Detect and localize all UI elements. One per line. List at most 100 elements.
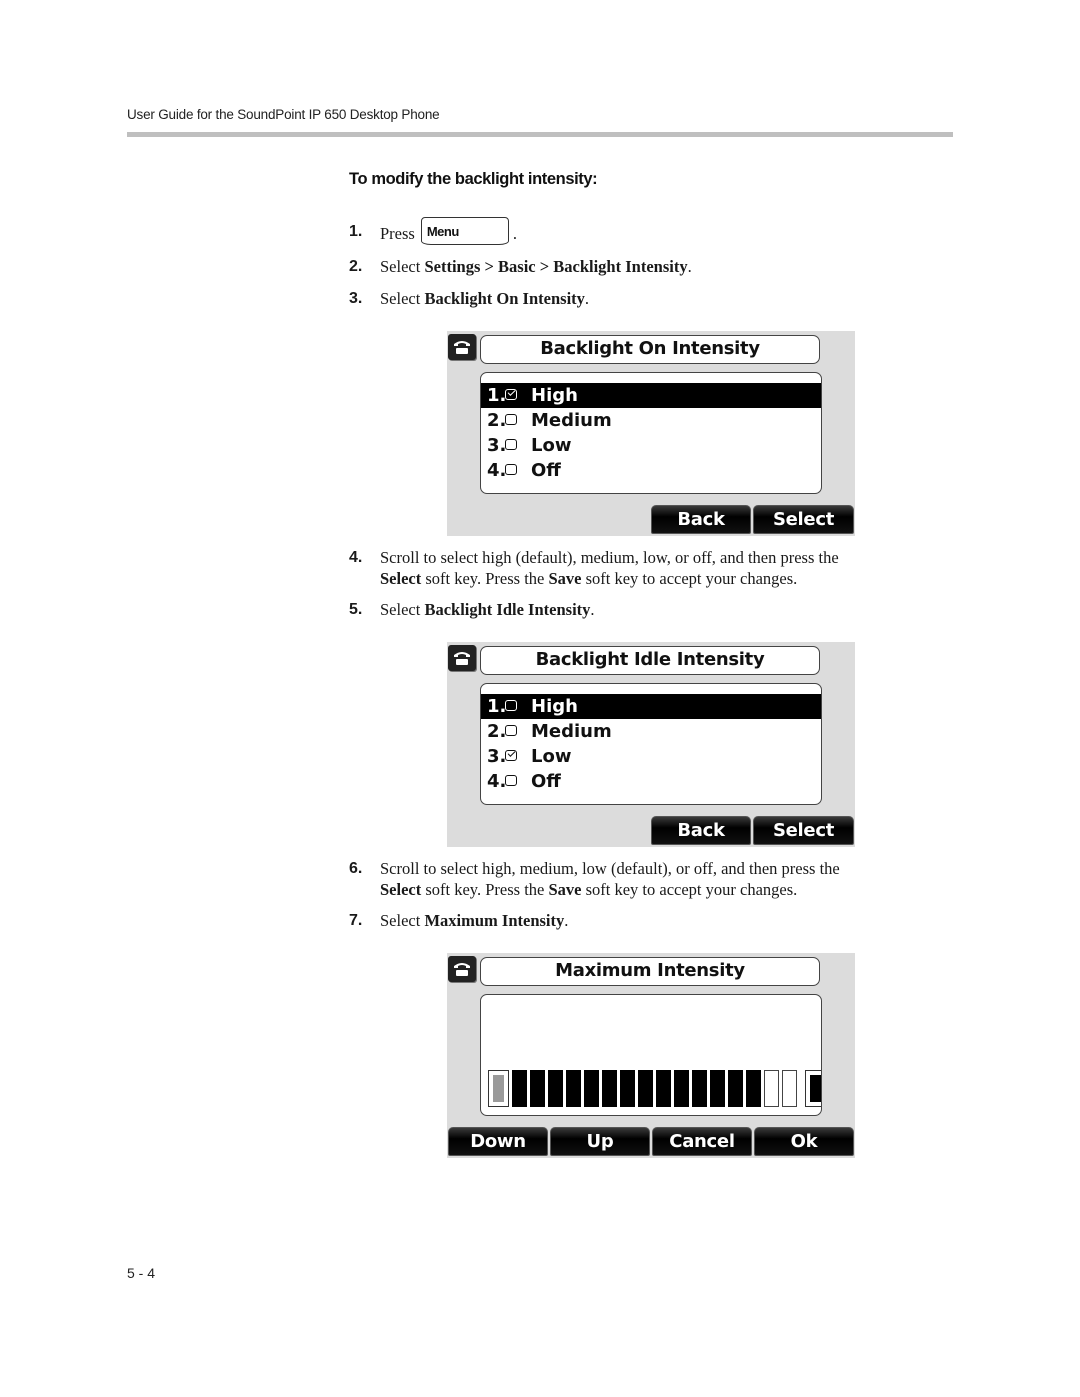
option-off[interactable]: 4. Off bbox=[481, 769, 821, 794]
option-label: Off bbox=[531, 771, 561, 792]
intensity-segment-filled bbox=[728, 1070, 743, 1107]
intensity-segment-filled bbox=[638, 1070, 653, 1107]
running-header: User Guide for the SoundPoint IP 650 Des… bbox=[127, 107, 440, 122]
intensity-segment-filled bbox=[620, 1070, 635, 1107]
step-1: 1. Press Menu. bbox=[349, 217, 939, 249]
phone-handset-icon bbox=[448, 956, 476, 982]
softkey-back[interactable]: Back bbox=[651, 505, 751, 534]
checkbox-checked-icon bbox=[505, 750, 517, 761]
step-text: Scroll to select high (default), medium,… bbox=[380, 548, 839, 567]
option-high[interactable]: 1. High bbox=[481, 694, 821, 719]
intensity-segment-empty bbox=[764, 1070, 779, 1107]
option-index: 1. bbox=[487, 696, 507, 717]
step-text-end: . bbox=[590, 600, 595, 619]
option-index: 2. bbox=[487, 410, 507, 431]
option-medium[interactable]: 2. Medium bbox=[481, 408, 821, 433]
checkbox-empty-icon bbox=[505, 775, 517, 786]
step-2: 2. Select Settings > Basic > Backlight I… bbox=[349, 256, 939, 277]
softkey-name: Save bbox=[548, 569, 582, 588]
option-label: High bbox=[531, 696, 578, 717]
step-7: 7. Select Maximum Intensity. bbox=[349, 910, 939, 931]
option-index: 1. bbox=[487, 385, 507, 406]
option-label: Off bbox=[531, 460, 561, 481]
option-off[interactable]: 4. Off bbox=[481, 458, 821, 483]
intensity-slider[interactable] bbox=[488, 1070, 821, 1107]
step-number: 7. bbox=[349, 912, 363, 929]
screen-title: Backlight On Intensity bbox=[480, 335, 820, 364]
softkey-back[interactable]: Back bbox=[651, 816, 751, 845]
intensity-segment-filled bbox=[674, 1070, 689, 1107]
intensity-segment-filled bbox=[584, 1070, 599, 1107]
softkey-up[interactable]: Up bbox=[550, 1127, 650, 1156]
step-text: soft key. Press the bbox=[421, 569, 549, 588]
step-number: 3. bbox=[349, 290, 363, 307]
option-label: Low bbox=[531, 435, 572, 456]
option-index: 3. bbox=[487, 435, 507, 456]
step-text: Select bbox=[380, 911, 425, 930]
screen-title: Maximum Intensity bbox=[480, 957, 820, 986]
intensity-min-icon bbox=[488, 1070, 509, 1107]
phone-screen-backlight-idle: Backlight Idle Intensity 1. High 2. Medi… bbox=[447, 642, 855, 847]
step-text-end: soft key to accept your changes. bbox=[581, 880, 798, 899]
option-low[interactable]: 3. Low bbox=[481, 744, 821, 769]
intensity-max-icon bbox=[805, 1070, 821, 1107]
step-text: soft key. Press the bbox=[421, 880, 549, 899]
phone-screen-maximum-intensity: Maximum Intensity Down Up Cancel Ok bbox=[447, 953, 855, 1158]
softkey-name: Select bbox=[380, 880, 422, 899]
screen-title: Backlight Idle Intensity bbox=[480, 646, 820, 675]
step-text: Press bbox=[380, 223, 415, 243]
step-number: 4. bbox=[349, 549, 363, 566]
menu-item-name: Backlight On Intensity bbox=[424, 289, 585, 308]
softkey-cancel[interactable]: Cancel bbox=[652, 1127, 752, 1156]
intensity-segments bbox=[512, 1070, 797, 1107]
menu-item-name: Backlight Idle Intensity bbox=[424, 600, 591, 619]
option-medium[interactable]: 2. Medium bbox=[481, 719, 821, 744]
menu-path: Settings > Basic > Backlight Intensity bbox=[424, 257, 688, 276]
intensity-segment-filled bbox=[512, 1070, 527, 1107]
options-list: 1. High 2. Medium 3. Low 4. Off bbox=[480, 372, 822, 494]
step-text-end: soft key to accept your changes. bbox=[581, 569, 798, 588]
step-text-end: . bbox=[584, 289, 590, 308]
intensity-segment-filled bbox=[548, 1070, 563, 1107]
option-label: Medium bbox=[531, 721, 612, 742]
option-index: 4. bbox=[487, 771, 507, 792]
softkey-down[interactable]: Down bbox=[448, 1127, 548, 1156]
phone-handset-icon bbox=[448, 334, 476, 360]
step-number: 6. bbox=[349, 860, 363, 877]
intensity-segment-filled bbox=[692, 1070, 707, 1107]
softkey-select[interactable]: Select bbox=[753, 816, 854, 845]
option-high[interactable]: 1. High bbox=[481, 383, 821, 408]
step-text: Select bbox=[380, 289, 425, 308]
option-label: High bbox=[531, 385, 578, 406]
intensity-segment-empty bbox=[782, 1070, 797, 1107]
step-text-end: . bbox=[687, 257, 692, 276]
option-low[interactable]: 3. Low bbox=[481, 433, 821, 458]
softkey-ok[interactable]: Ok bbox=[754, 1127, 854, 1156]
option-index: 4. bbox=[487, 460, 507, 481]
options-list: 1. High 2. Medium 3. Low 4. Off bbox=[480, 683, 822, 805]
intensity-segment-filled bbox=[710, 1070, 725, 1107]
step-3: 3. Select Backlight On Intensity. bbox=[349, 288, 939, 309]
step-5: 5. Select Backlight Idle Intensity. bbox=[349, 599, 939, 620]
checkbox-empty-icon bbox=[505, 439, 517, 450]
intensity-segment-filled bbox=[566, 1070, 581, 1107]
checkbox-empty-icon bbox=[505, 700, 517, 711]
softkey-select[interactable]: Select bbox=[753, 505, 854, 534]
softkey-name: Save bbox=[548, 880, 582, 899]
step-4: 4. Scroll to select high (default), medi… bbox=[349, 547, 939, 589]
step-text-end: . bbox=[564, 911, 569, 930]
intensity-segment-filled bbox=[656, 1070, 671, 1107]
option-label: Low bbox=[531, 746, 572, 767]
phone-handset-icon bbox=[448, 645, 476, 671]
menu-key-icon: Menu bbox=[420, 217, 509, 245]
option-label: Medium bbox=[531, 410, 612, 431]
intensity-segment-filled bbox=[530, 1070, 545, 1107]
phone-screen-backlight-on: Backlight On Intensity 1. High 2. Medium… bbox=[447, 331, 855, 536]
step-text: Scroll to select high, medium, low (defa… bbox=[380, 859, 840, 878]
step-text-end: . bbox=[512, 223, 517, 243]
header-rule bbox=[127, 132, 953, 137]
step-text: Select bbox=[380, 600, 425, 619]
menu-key-label: Menu bbox=[426, 224, 459, 239]
step-number: 1. bbox=[349, 223, 363, 240]
checkbox-checked-icon bbox=[505, 389, 517, 400]
